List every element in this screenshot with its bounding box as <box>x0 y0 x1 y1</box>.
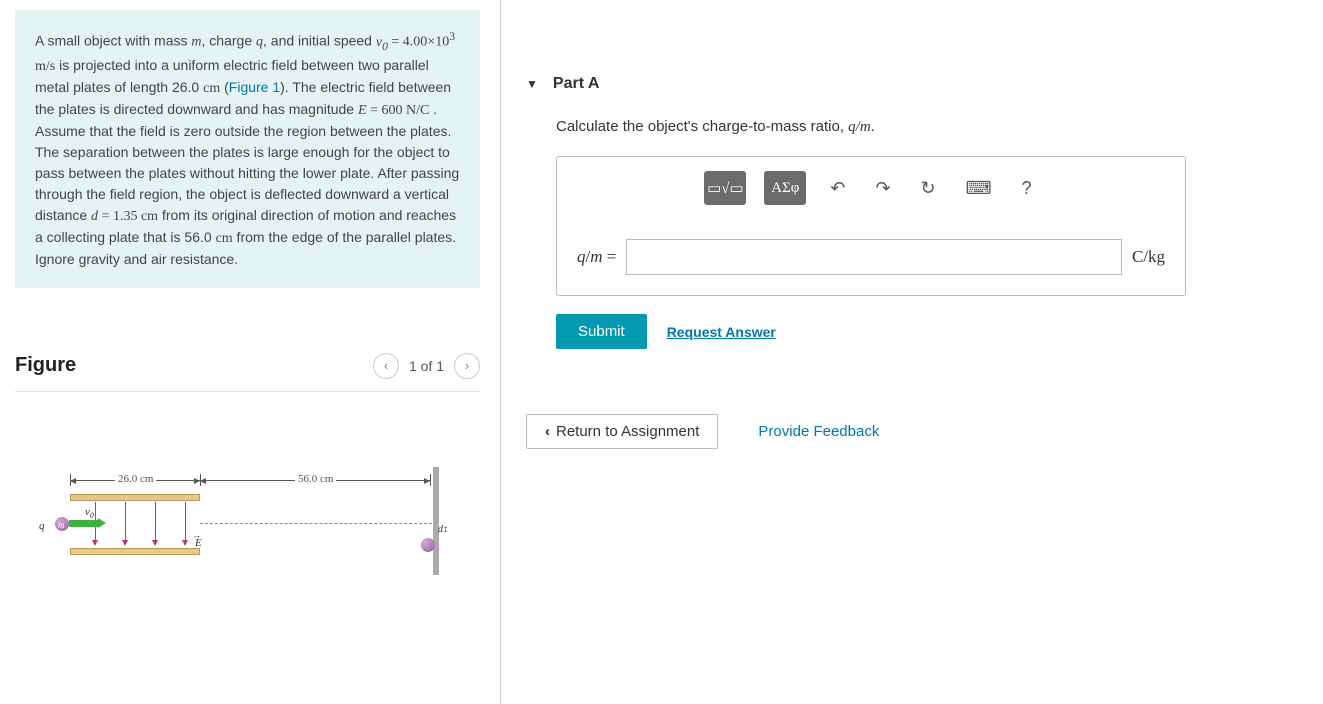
redo-icon[interactable]: ↷ <box>869 174 896 203</box>
answer-lhs: q/m = <box>577 247 616 267</box>
figure-prev-button[interactable]: ‹ <box>373 353 399 379</box>
reset-icon[interactable]: ↻ <box>915 174 942 203</box>
help-icon[interactable]: ? <box>1016 174 1038 203</box>
part-a-header[interactable]: ▼ Part A <box>526 60 1303 108</box>
part-a-title: Part A <box>553 75 600 93</box>
figure-title: Figure <box>15 354 76 377</box>
problem-statement: A small object with mass m, charge q, an… <box>15 10 480 288</box>
figure-page-indicator: 1 of 1 <box>409 358 444 374</box>
return-button[interactable]: ‹ Return to Assignment <box>526 414 718 449</box>
figure-next-button[interactable]: › <box>454 353 480 379</box>
answer-input[interactable] <box>626 239 1122 275</box>
chevron-left-icon: ‹ <box>545 423 550 440</box>
answer-unit: C/kg <box>1132 247 1165 267</box>
figure-diagram: 26.0 cm 56.0 cm q m v0 →E d↕ <box>45 462 470 592</box>
collapse-icon: ▼ <box>526 77 538 91</box>
part-a-instruction: Calculate the object's charge-to-mass ra… <box>526 108 1303 156</box>
submit-button[interactable]: Submit <box>556 314 647 349</box>
greek-button[interactable]: ΑΣφ <box>764 171 806 205</box>
templates-button[interactable]: ▭√▭ <box>704 171 746 205</box>
figure-link[interactable]: Figure 1 <box>229 79 280 95</box>
undo-icon[interactable]: ↶ <box>824 174 851 203</box>
keyboard-icon[interactable]: ⌨ <box>960 174 998 203</box>
request-answer-link[interactable]: Request Answer <box>667 324 776 340</box>
provide-feedback-link[interactable]: Provide Feedback <box>758 423 879 440</box>
